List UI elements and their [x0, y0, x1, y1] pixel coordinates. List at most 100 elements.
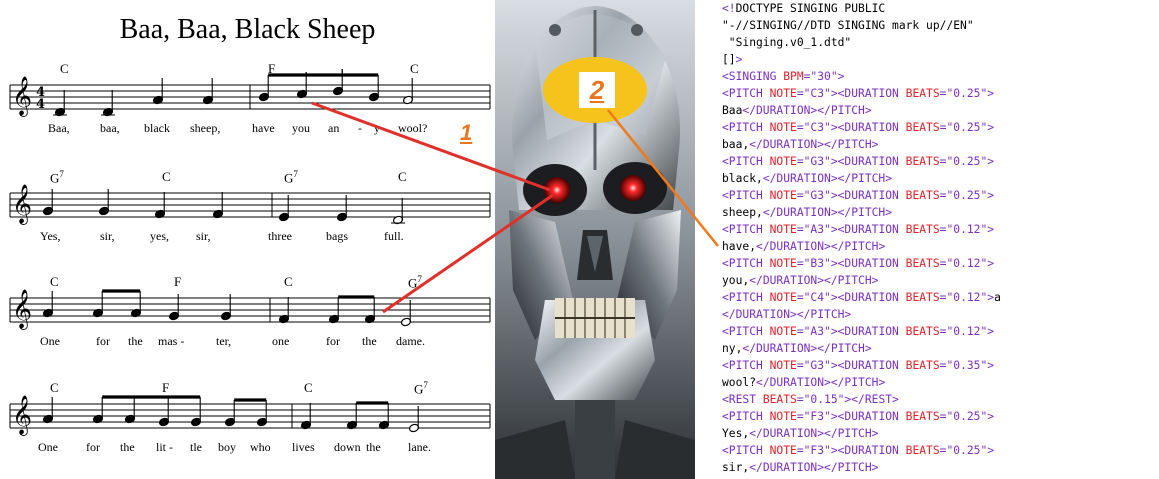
- code-token: <PITCH: [722, 359, 770, 372]
- code-token: BEATS: [905, 325, 940, 338]
- code-token: BEATS: [905, 155, 940, 168]
- chord-symbol: G7: [408, 274, 422, 291]
- chord-label: F: [174, 274, 182, 289]
- code-token: BEATS: [905, 223, 940, 236]
- time-signature-bottom: 4: [36, 97, 45, 112]
- code-token: Baa: [722, 104, 743, 117]
- lyric-syllable: lives: [292, 440, 315, 454]
- lyric-syllable: baa,: [100, 121, 120, 135]
- code-token: ="C3"><DURATION: [796, 121, 906, 134]
- lyric-syllable: the: [120, 440, 135, 454]
- chord-label: C: [50, 274, 59, 289]
- code-token: <PITCH: [722, 189, 770, 202]
- code-line: <PITCH NOTE="G3"><DURATION BEATS="0.25">: [722, 153, 1152, 170]
- code-token: sheep,: [722, 206, 763, 219]
- code-line: <PITCH NOTE="F3"><DURATION BEATS="0.25">: [722, 442, 1152, 459]
- code-token: a: [994, 291, 1001, 304]
- code-token: ="0.35">: [939, 359, 995, 372]
- lyric-syllable: have: [252, 121, 275, 135]
- lyric-syllable: one: [272, 334, 290, 348]
- code-line: <PITCH NOTE="C4"><DURATION BEATS="0.12">…: [722, 289, 1152, 306]
- code-token: NOTE: [769, 359, 797, 372]
- lyric-syllable: bags: [326, 229, 348, 243]
- chord-label: F: [268, 61, 276, 76]
- code-line: "-//SINGING//DTD SINGING mark up//EN": [722, 17, 1152, 34]
- lyric-syllable: the: [366, 440, 381, 454]
- code-token: </DURATION></PITCH>: [742, 104, 872, 117]
- code-line: </DURATION></PITCH>: [722, 306, 1152, 323]
- code-token: ny,: [722, 342, 743, 355]
- code-token: ="0.12">: [939, 223, 995, 236]
- code-line: have,</DURATION></PITCH>: [722, 238, 1152, 255]
- lyric-syllable: ter,: [216, 334, 232, 348]
- code-token: </DURATION></PITCH>: [722, 308, 852, 321]
- lyric-syllable: dame.: [396, 334, 425, 348]
- code-line: <PITCH NOTE="G3"><DURATION BEATS="0.25">: [722, 187, 1152, 204]
- code-line: "Singing.v0_1.dtd": [722, 34, 1152, 51]
- code-token: NOTE: [769, 410, 797, 423]
- sheet-music-panel: Baa, Baa, Black Sheep 𝄞 𝄞 𝄞 𝄞 4 4 C F C Baa, baa,…: [0, 0, 495, 479]
- code-token: ="F3"><DURATION: [796, 444, 906, 457]
- chord-symbol: G7: [414, 380, 428, 397]
- code-token: <REST: [722, 393, 763, 406]
- code-token: ="G3"><DURATION: [796, 189, 906, 202]
- chord-label: G: [414, 381, 424, 397]
- code-line: Baa</DURATION></PITCH>: [722, 102, 1152, 119]
- chord-label: G: [408, 275, 418, 291]
- code-token: NOTE: [769, 155, 797, 168]
- code-token: </DURATION></PITCH>: [749, 274, 879, 287]
- lyric-syllable: y: [374, 121, 380, 135]
- code-token: ="A3"><DURATION: [796, 223, 906, 236]
- code-line: <!DOCTYPE SINGING PUBLIC: [722, 0, 1152, 17]
- chord-symbol: F: [174, 274, 181, 290]
- code-token: ="0.12">: [939, 291, 995, 304]
- lyric-syllable: -: [358, 121, 362, 135]
- lyric-syllable: sheep,: [190, 121, 221, 135]
- chord-symbol: C: [50, 274, 59, 290]
- code-token: </DURATION></PITCH>: [749, 427, 879, 440]
- chord-symbol: C: [284, 274, 293, 290]
- code-line: <PITCH NOTE="A3"><DURATION BEATS="0.12">: [722, 221, 1152, 238]
- code-token: NOTE: [769, 444, 797, 457]
- chord-extension: 7: [59, 169, 64, 179]
- code-token: sir,: [722, 461, 750, 474]
- lyric-syllable: sir,: [100, 229, 115, 243]
- code-line: <REST BEATS="0.15"></REST>: [722, 391, 1152, 408]
- code-token: BEATS: [905, 291, 940, 304]
- lyric-syllable: three: [268, 229, 292, 243]
- lyric-syllable: Yes,: [40, 229, 61, 243]
- code-token: <PITCH: [722, 410, 770, 423]
- staff-system: 𝄞: [9, 289, 491, 330]
- singing-xml-code-panel: <!DOCTYPE SINGING PUBLIC "-//SINGING//DTD…: [722, 0, 1152, 479]
- treble-clef-icon: 𝄞: [12, 76, 32, 117]
- code-token: BEATS: [905, 87, 940, 100]
- code-token: "-//SINGING//DTD SINGING mark up//EN": [722, 19, 974, 32]
- treble-clef-icon: 𝄞: [12, 395, 32, 436]
- code-token: <SINGING: [722, 70, 784, 83]
- code-line: <PITCH NOTE="C3"><DURATION BEATS="0.25">: [722, 119, 1152, 136]
- code-token: BPM: [783, 70, 804, 83]
- lyric-syllable: sir,: [196, 229, 211, 243]
- code-line: <PITCH NOTE="C3"><DURATION BEATS="0.25">: [722, 85, 1152, 102]
- lyric-syllable: you: [292, 121, 310, 135]
- code-token: NOTE: [769, 257, 797, 270]
- lyric-syllable: tle: [190, 440, 202, 454]
- chord-symbol: C: [398, 169, 407, 185]
- code-token: ="0.15"></REST>: [796, 393, 899, 406]
- chord-symbol: F: [162, 380, 169, 396]
- code-token: wool?: [722, 376, 757, 389]
- lyric-syllable: full.: [384, 229, 404, 243]
- code-token: ="0.25">: [939, 410, 995, 423]
- chord-extension: 7: [293, 169, 298, 179]
- chord-symbol: C: [304, 380, 313, 396]
- chord-extension: 7: [423, 380, 428, 390]
- lyric-syllable: for: [326, 334, 340, 348]
- code-line: <PITCH NOTE="B3"><DURATION BEATS="0.12">: [722, 255, 1152, 272]
- code-token: <PITCH: [722, 291, 770, 304]
- code-token: BEATS: [905, 359, 940, 372]
- code-line: sir,</DURATION></PITCH>: [722, 459, 1152, 476]
- lyric-syllable: boy: [218, 440, 236, 454]
- code-token: you,: [722, 274, 750, 287]
- code-line: Yes,</DURATION></PITCH>: [722, 425, 1152, 442]
- code-token: BEATS: [905, 257, 940, 270]
